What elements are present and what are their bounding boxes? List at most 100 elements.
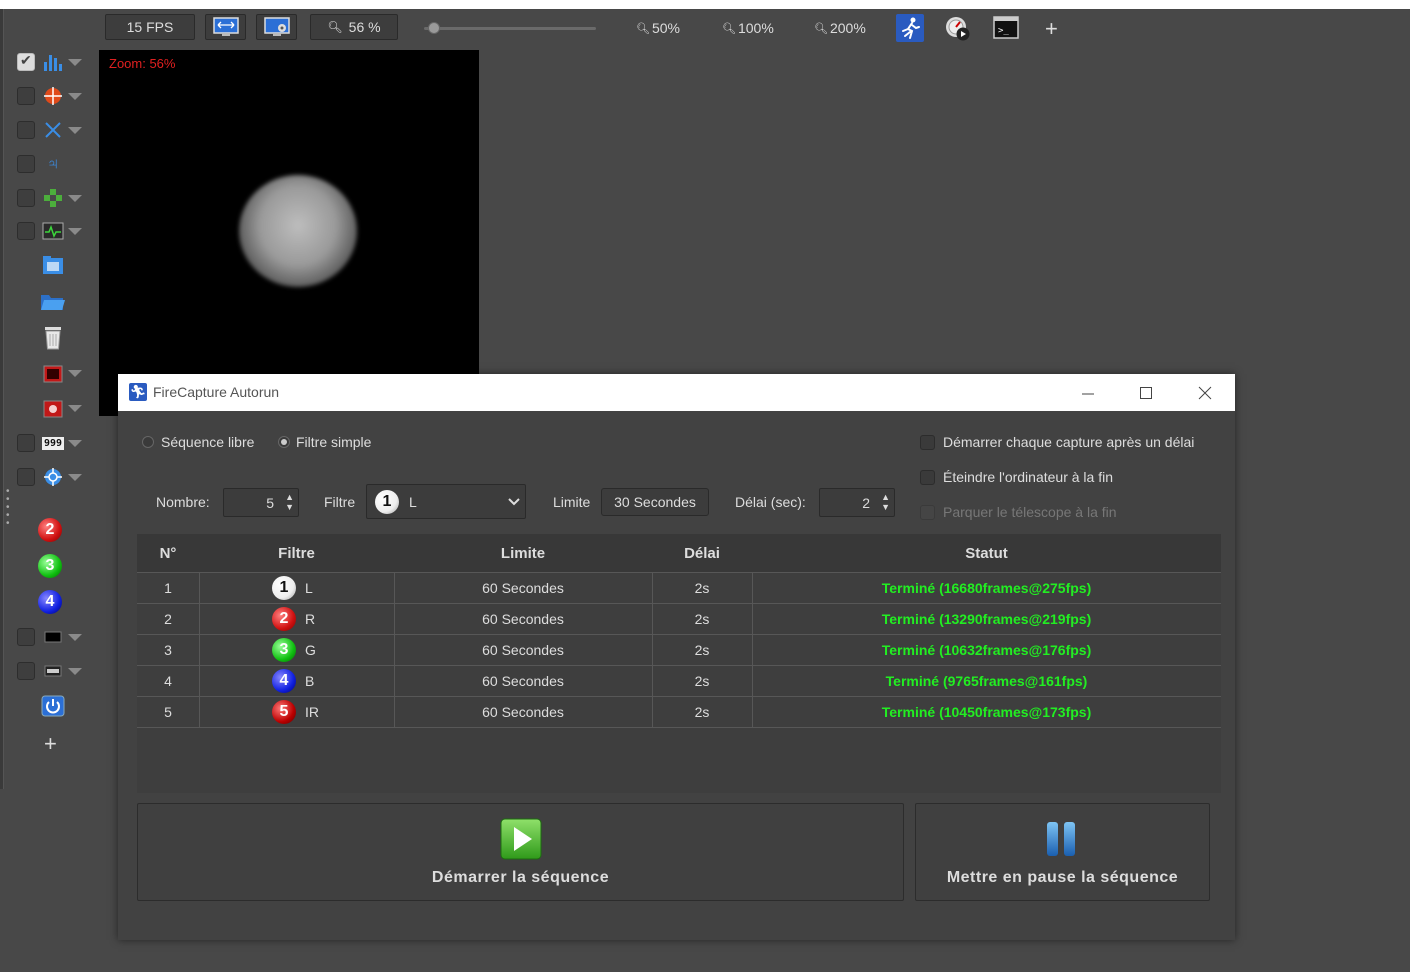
close-button[interactable] xyxy=(1182,379,1228,407)
sequence-libre-label[interactable]: Séquence libre xyxy=(161,434,254,450)
filter-2-icon[interactable]: 2 xyxy=(38,518,62,542)
film-folder-icon[interactable] xyxy=(40,253,66,277)
maximize-button[interactable] xyxy=(1123,379,1169,407)
splitter-grip[interactable]: • • • • • xyxy=(6,487,10,529)
filtre-select[interactable]: 1 L xyxy=(366,484,526,519)
tools-dropdown-arrow[interactable] xyxy=(68,127,82,134)
crosshair-icon[interactable] xyxy=(40,84,66,108)
radio-filtre-simple[interactable] xyxy=(278,436,290,448)
cell-delay: 2s xyxy=(694,704,710,720)
header-delai[interactable]: Délai xyxy=(652,545,752,562)
fit-screen-button[interactable] xyxy=(205,14,246,40)
tools-icon[interactable] xyxy=(40,118,66,142)
column-separator xyxy=(752,635,753,666)
quality-graph-icon[interactable] xyxy=(40,219,66,243)
minimize-button[interactable] xyxy=(1065,379,1111,407)
zoom-100-button[interactable]: 🔍︎ 100% xyxy=(722,20,774,36)
filter-3-icon[interactable]: 3 xyxy=(38,554,62,578)
header-n[interactable]: N° xyxy=(137,545,199,562)
close-icon xyxy=(1198,386,1212,400)
histogram-dropdown-arrow[interactable] xyxy=(68,59,82,66)
dialog-titlebar[interactable]: 🏃︎ FireCapture Autorun xyxy=(118,374,1235,411)
flat-frame-icon[interactable] xyxy=(40,397,66,421)
tools-checkbox[interactable] xyxy=(17,121,35,139)
align-icon[interactable] xyxy=(40,186,66,210)
cell-number: 4 xyxy=(164,673,172,689)
balance-icon[interactable] xyxy=(40,659,66,683)
table-row[interactable]: 1 1 L 60 Secondes 2s Terminé (16680frames@275… xyxy=(137,572,1221,604)
dark-frame-icon[interactable] xyxy=(40,362,66,386)
counter-icon[interactable]: 999 xyxy=(40,431,66,455)
counter-checkbox[interactable] xyxy=(17,434,35,452)
zoom-50-button[interactable]: 🔍︎ 50% xyxy=(636,20,680,36)
white-balance-checkbox[interactable] xyxy=(17,662,35,680)
pause-sequence-button[interactable]: Mettre en pause la séquence xyxy=(915,803,1210,901)
spinner-arrows-icon[interactable]: ▲ ▼ xyxy=(881,492,890,512)
nombre-spinner[interactable]: 5 ▲ ▼ xyxy=(223,488,299,517)
header-statut[interactable]: Statut xyxy=(752,545,1221,562)
add-toolbar-icon[interactable]: + xyxy=(1045,16,1058,42)
black-mask-icon[interactable] xyxy=(40,625,66,649)
limite-label: Limite xyxy=(553,494,591,510)
quality-dropdown-arrow[interactable] xyxy=(68,228,82,235)
balance-dropdown-arrow[interactable] xyxy=(68,668,82,675)
planet-image xyxy=(239,175,357,287)
table-row[interactable]: 5 5 IR 60 Secondes 2s Terminé (10450frames@17… xyxy=(137,696,1221,728)
flat-frame-dropdown-arrow[interactable] xyxy=(68,405,82,412)
filter-1-icon: 1 xyxy=(375,490,399,514)
power-icon[interactable] xyxy=(40,694,66,718)
filtre-label: Filtre xyxy=(324,494,356,510)
table-row[interactable]: 4 4 B 60 Secondes 2s Terminé (9765frames@161f… xyxy=(137,665,1221,697)
limite-button[interactable]: 30 Secondes xyxy=(601,488,709,516)
delay-option-checkbox[interactable] xyxy=(920,435,935,450)
zoom-200-button[interactable]: 🔍︎ 200% xyxy=(814,20,866,36)
quality-checkbox[interactable] xyxy=(17,222,35,240)
delai-spinner[interactable]: 2 ▲ ▼ xyxy=(819,488,895,517)
capture-speed-button[interactable] xyxy=(944,14,972,42)
black-mask-checkbox[interactable] xyxy=(17,628,35,646)
crosshair-checkbox[interactable] xyxy=(17,87,35,105)
open-folder-icon[interactable] xyxy=(40,289,66,313)
delay-option-label[interactable]: Démarrer chaque capture après un délai xyxy=(943,434,1194,450)
filter-1-icon: 1 xyxy=(272,576,296,600)
autorun-button[interactable] xyxy=(896,14,924,42)
shutdown-option-checkbox[interactable] xyxy=(920,470,935,485)
trash-icon[interactable] xyxy=(40,325,66,350)
filter-4-icon: 4 xyxy=(272,669,296,693)
table-row[interactable]: 2 2 R 60 Secondes 2s Terminé (13290frames@219… xyxy=(137,603,1221,635)
zoom-slider-track[interactable] xyxy=(424,27,596,30)
filtre-simple-label[interactable]: Filtre simple xyxy=(296,434,371,450)
dark-frame-dropdown-arrow[interactable] xyxy=(68,370,82,377)
screen-settings-button[interactable] xyxy=(256,14,297,40)
align-checkbox[interactable] xyxy=(17,189,35,207)
pause-icon xyxy=(1047,822,1075,856)
telescope-dropdown-arrow[interactable] xyxy=(68,474,82,481)
radio-sequence-libre[interactable] xyxy=(142,436,154,448)
zoom-slider-knob[interactable] xyxy=(427,22,440,34)
shutdown-option-label[interactable]: Éteindre l'ordinateur à la fin xyxy=(943,469,1113,485)
telescope-checkbox[interactable] xyxy=(17,468,35,486)
nombre-value: 5 xyxy=(266,494,274,511)
spinner-arrows-icon[interactable]: ▲ ▼ xyxy=(285,492,294,512)
jupiter-icon[interactable]: ♃ xyxy=(40,152,66,176)
histogram-checkbox[interactable] xyxy=(17,52,35,71)
header-limite[interactable]: Limite xyxy=(394,545,652,562)
column-separator xyxy=(394,697,395,728)
black-mask-dropdown-arrow[interactable] xyxy=(68,634,82,641)
planet-checkbox[interactable] xyxy=(17,155,35,173)
zoom-display[interactable]: 🔍︎ 56 % xyxy=(310,14,398,40)
crosshair-dropdown-arrow[interactable] xyxy=(68,93,82,100)
cell-filter-name: B xyxy=(305,673,315,689)
add-tool-icon[interactable]: + xyxy=(44,731,57,757)
telescope-target-icon[interactable] xyxy=(40,465,66,489)
start-sequence-button[interactable]: Démarrer la séquence xyxy=(137,803,904,901)
align-dropdown-arrow[interactable] xyxy=(68,195,82,202)
terminal-button[interactable]: >_ xyxy=(992,14,1020,42)
filter-4-icon[interactable]: 4 xyxy=(38,590,62,614)
counter-dropdown-arrow[interactable] xyxy=(68,440,82,447)
histogram-icon[interactable] xyxy=(40,50,66,74)
header-filtre[interactable]: Filtre xyxy=(199,545,394,562)
column-separator xyxy=(652,666,653,697)
camera-preview[interactable]: Zoom: 56% xyxy=(99,50,479,416)
table-row[interactable]: 3 3 G 60 Secondes 2s Terminé (10632frames@176… xyxy=(137,634,1221,666)
